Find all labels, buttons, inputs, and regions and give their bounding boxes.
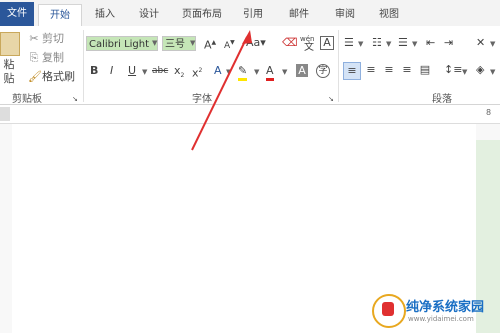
- watermark: 纯净系统家园 www.yidaimei.com: [372, 290, 498, 330]
- watermark-title: 纯净系统家园: [406, 300, 485, 315]
- annotation-arrow: [191, 30, 252, 151]
- watermark-logo-icon: [372, 294, 406, 328]
- watermark-url: www.yidaimei.com: [408, 315, 474, 323]
